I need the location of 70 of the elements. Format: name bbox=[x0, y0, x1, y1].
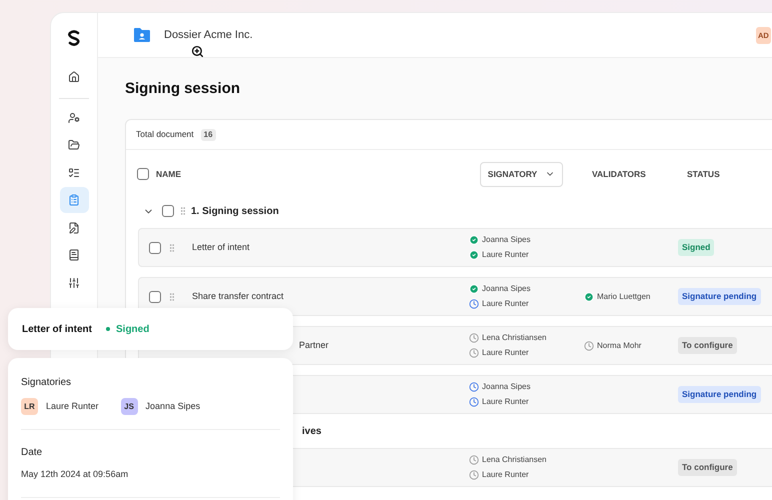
clock-icon bbox=[469, 382, 479, 392]
person-name: Lena Christiansen bbox=[482, 454, 546, 466]
checkbox[interactable] bbox=[149, 290, 161, 302]
signatory-name: Joanna Sipes bbox=[146, 400, 200, 413]
folder-person-icon bbox=[133, 27, 151, 43]
status-badge: Signature pending bbox=[678, 386, 761, 403]
check-circle-icon bbox=[469, 284, 479, 294]
group-title: 1. Signing session bbox=[191, 204, 279, 218]
zoom-in-icon bbox=[191, 45, 204, 58]
drag-handle-icon[interactable] bbox=[167, 242, 177, 252]
clipboard-icon bbox=[68, 194, 80, 206]
signatory-name: Laure Runter bbox=[46, 400, 99, 413]
section-label: Date bbox=[21, 446, 44, 460]
person-name: Laure Runter bbox=[482, 347, 529, 359]
group-title: ives bbox=[302, 424, 322, 438]
clock-icon bbox=[469, 348, 479, 358]
person-name: Laure Runter bbox=[482, 469, 529, 481]
total-label: Total document bbox=[136, 128, 194, 141]
checkbox[interactable] bbox=[162, 205, 174, 217]
document-row[interactable]: Letter of intent Joanna Sipes Laure Runter Signed bbox=[138, 228, 772, 267]
document-edit-icon bbox=[68, 222, 80, 234]
checkbox[interactable] bbox=[149, 242, 161, 254]
status-badge: To configure bbox=[678, 337, 737, 354]
person-name: Joanna Sipes bbox=[482, 381, 530, 393]
clock-icon bbox=[584, 340, 594, 350]
person-name: Joanna Sipes bbox=[482, 283, 530, 295]
initials-avatar: LR bbox=[21, 398, 38, 415]
check-circle-icon bbox=[469, 235, 479, 245]
person-name: Mario Luettgen bbox=[597, 290, 650, 302]
column-header: STATUS bbox=[687, 168, 720, 180]
home-icon bbox=[68, 71, 80, 83]
signatory-dropdown[interactable]: SIGNATORY bbox=[480, 162, 563, 186]
check-circle-icon bbox=[469, 250, 479, 260]
status-badge: Signature pending bbox=[678, 288, 761, 305]
folder-icon bbox=[68, 139, 80, 151]
count-badge: 16 bbox=[200, 128, 216, 140]
page-title: Signing session bbox=[125, 80, 242, 98]
person-name: Joanna Sipes bbox=[482, 234, 530, 246]
user-icon bbox=[68, 112, 80, 124]
person-name: Norma Mohr bbox=[597, 340, 642, 352]
dossier-title: Dossier Acme Inc. bbox=[164, 28, 253, 43]
column-header: VALIDATORS bbox=[592, 168, 647, 180]
sliders-icon bbox=[68, 276, 80, 288]
clock-icon bbox=[469, 299, 479, 309]
document-title: Letter of intent bbox=[22, 322, 92, 336]
section-label: Signatories bbox=[21, 376, 72, 390]
drag-handle-icon[interactable] bbox=[167, 292, 177, 302]
clock-icon bbox=[469, 333, 479, 343]
clock-icon bbox=[469, 455, 479, 465]
document-row[interactable]: Share transfer contract Joanna Sipes Laure Runter Mario Luettgen Signature pending bbox=[138, 277, 772, 316]
status-badge: To configure bbox=[678, 459, 737, 476]
date-text: May 12th 2024 at 09:56am bbox=[21, 468, 130, 481]
column-header: NAME bbox=[156, 168, 182, 180]
clock-icon bbox=[469, 397, 479, 407]
status-badge: Signed bbox=[678, 239, 714, 256]
task-list-icon bbox=[68, 166, 80, 178]
person-name: Laure Runter bbox=[482, 298, 529, 310]
logo-icon bbox=[67, 30, 81, 46]
document-name: Partner bbox=[299, 338, 329, 352]
person-name: Lena Christiansen bbox=[482, 332, 546, 344]
initials-avatar: JS bbox=[120, 398, 138, 415]
person-name: Laure Runter bbox=[482, 396, 529, 408]
drag-handle-icon[interactable] bbox=[178, 206, 188, 216]
clock-icon bbox=[469, 470, 479, 480]
checkbox[interactable] bbox=[137, 168, 149, 180]
document-name: Share transfer contract bbox=[192, 290, 284, 303]
person-name: Laure Runter bbox=[482, 249, 529, 261]
book-icon bbox=[68, 249, 80, 261]
check-circle-icon bbox=[584, 292, 594, 302]
document-name: Letter of intent bbox=[192, 240, 250, 254]
